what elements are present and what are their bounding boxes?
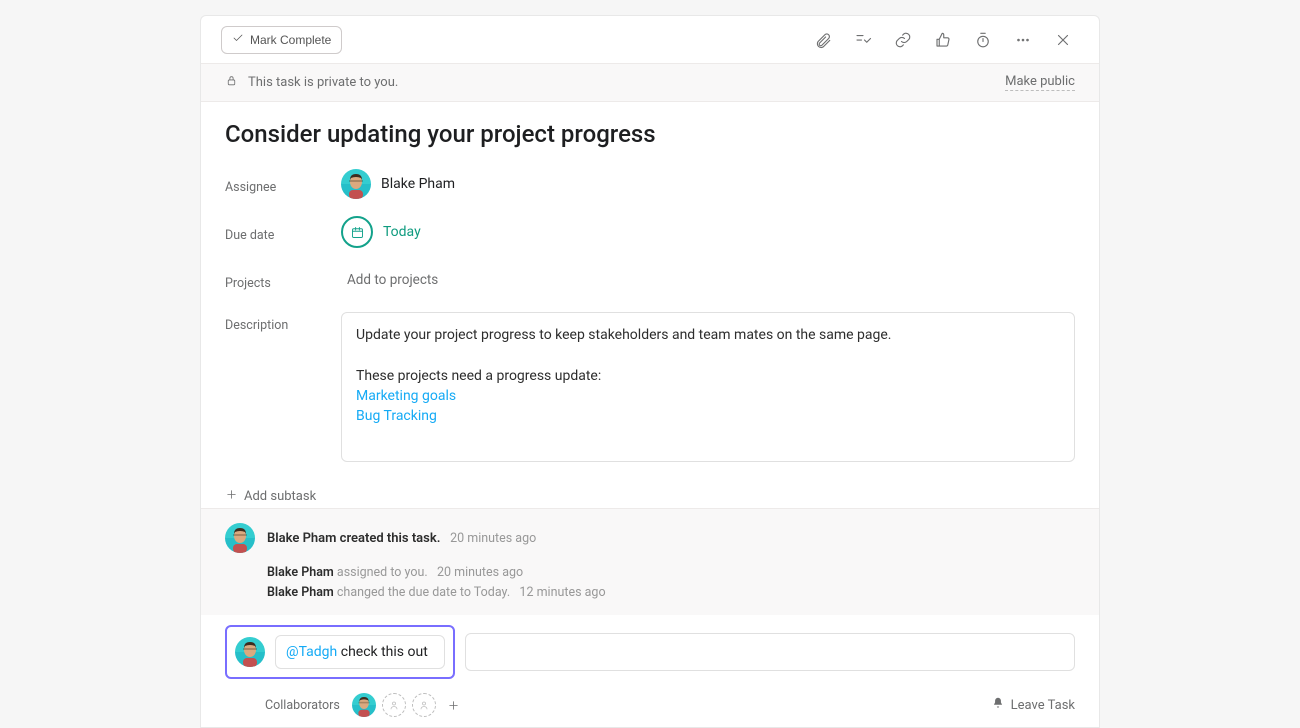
projects-value[interactable]: Add to projects [341, 272, 1075, 288]
calendar-icon [341, 216, 373, 248]
assignee-name: Blake Pham [381, 176, 455, 192]
activity-action: assigned to you. [337, 565, 428, 580]
due-date-row: Due date Today [225, 216, 1075, 248]
collaborator-placeholder[interactable] [382, 693, 406, 717]
comment-input[interactable]: @Tadgh check this out [275, 635, 445, 669]
mark-complete-label: Mark Complete [250, 33, 331, 47]
leave-task-label: Leave Task [1011, 698, 1075, 713]
activity-feed: Blake Pham created this task. 20 minutes… [201, 508, 1099, 615]
thumbs-up-icon[interactable] [927, 24, 959, 56]
assignee-label: Assignee [225, 174, 341, 195]
comment-callout: @Tadgh check this out [225, 625, 455, 679]
activity-text: Blake Pham created this task. [267, 531, 440, 546]
comment-input-rest[interactable] [465, 633, 1075, 671]
activity-item: Blake Pham created this task. 20 minutes… [225, 523, 1075, 553]
task-title[interactable]: Consider updating your project progress [225, 120, 1075, 148]
plus-icon [225, 488, 238, 505]
due-date-label: Due date [225, 222, 341, 243]
task-content: Consider updating your project progress … [201, 102, 1099, 508]
avatar [235, 637, 265, 667]
collaborator-placeholder[interactable] [412, 693, 436, 717]
privacy-banner: This task is private to you. Make public [201, 64, 1099, 102]
avatar[interactable] [352, 693, 376, 717]
close-icon[interactable] [1047, 24, 1079, 56]
comment-text: check this out [341, 644, 428, 660]
activity-item: Blake Pham changed the due date to Today… [225, 583, 1075, 603]
projects-row: Projects Add to projects [225, 264, 1075, 296]
activity-timestamp: 20 minutes ago [450, 531, 536, 546]
projects-label: Projects [225, 270, 341, 291]
leave-task-button[interactable]: Leave Task [991, 696, 1075, 714]
panel-header: Mark Complete [201, 16, 1099, 64]
more-icon[interactable] [1007, 24, 1039, 56]
activity-action: changed the due date to Today. [337, 585, 510, 600]
activity-user: Blake Pham [267, 585, 334, 600]
avatar [225, 523, 255, 553]
activity-timestamp: 12 minutes ago [519, 585, 605, 600]
add-to-projects: Add to projects [341, 272, 438, 288]
add-collaborator-button[interactable] [442, 693, 466, 717]
description-box[interactable]: Update your project progress to keep sta… [341, 312, 1075, 462]
task-footer: Collaborators Leave Task [201, 679, 1099, 727]
timer-icon[interactable] [967, 24, 999, 56]
due-date-value[interactable]: Today [341, 216, 1075, 248]
activity-timestamp: 20 minutes ago [437, 565, 523, 580]
privacy-message: This task is private to you. [248, 75, 398, 90]
make-public-link[interactable]: Make public [1005, 74, 1075, 91]
assignee-row: Assignee Blake Pham [225, 168, 1075, 200]
description-line: These projects need a progress update: [356, 366, 1060, 386]
bell-icon [991, 696, 1005, 714]
comment-area: @Tadgh check this out [201, 615, 1099, 679]
lock-icon [225, 74, 238, 91]
collaborators-label: Collaborators [265, 698, 340, 713]
description-row: Description Update your project progress… [225, 312, 1075, 462]
collaborator-avatars [352, 693, 466, 717]
project-link[interactable]: Marketing goals [356, 388, 456, 404]
link-icon[interactable] [887, 24, 919, 56]
mark-complete-button[interactable]: Mark Complete [221, 26, 342, 54]
due-date-text: Today [383, 224, 421, 240]
activity-user: Blake Pham [267, 565, 334, 580]
add-subtask-label: Add subtask [244, 489, 316, 504]
description-label: Description [225, 312, 341, 333]
description-line: Update your project progress to keep sta… [356, 325, 1060, 345]
task-detail-panel: Mark Complete This task is private to yo [200, 15, 1100, 728]
activity-item: Blake Pham assigned to you. 20 minutes a… [225, 563, 1075, 583]
assignee-value[interactable]: Blake Pham [341, 169, 1075, 199]
project-link[interactable]: Bug Tracking [356, 408, 437, 424]
add-subtask-button[interactable]: Add subtask [225, 488, 316, 505]
check-icon [232, 32, 244, 47]
mention-chip[interactable]: @Tadgh [286, 644, 337, 660]
subtask-icon[interactable] [847, 24, 879, 56]
attachment-icon[interactable] [807, 24, 839, 56]
avatar [341, 169, 371, 199]
